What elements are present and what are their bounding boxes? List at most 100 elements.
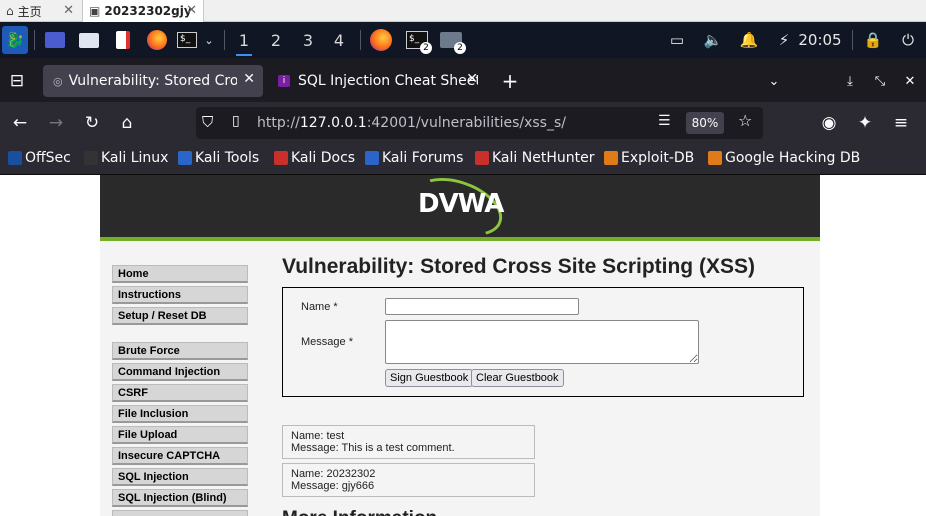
clear-guestbook-button[interactable]: Clear Guestbook — [471, 369, 564, 387]
folder-icon[interactable] — [76, 26, 102, 54]
message-textarea[interactable] — [385, 320, 699, 364]
entry-name: Name: test — [291, 430, 345, 442]
sign-guestbook-button[interactable]: Sign Guestbook — [385, 369, 474, 387]
dvwa-menu: Home Instructions Setup / Reset DB Brute… — [112, 265, 248, 516]
bookmark-kali-docs[interactable]: Kali Docs — [274, 150, 355, 166]
kali-menu-icon[interactable]: 🐉 — [2, 26, 28, 54]
clock[interactable]: 20:05 — [798, 26, 842, 54]
lock-icon[interactable]: 🔒 — [862, 26, 884, 54]
firefox-icon[interactable] — [144, 26, 170, 54]
tab-label: Vulnerability: Stored Cros — [68, 73, 237, 89]
tab-list-icon[interactable]: ⊟ — [6, 70, 28, 92]
back-icon[interactable]: ← — [9, 112, 31, 134]
menu-item-file-upload[interactable]: File Upload — [112, 426, 248, 444]
power-manager-icon[interactable]: ⚡ — [773, 26, 795, 54]
zoom-level[interactable]: 80% — [686, 112, 724, 134]
menu-item-instructions[interactable]: Instructions — [112, 286, 248, 304]
dvwa-favicon-icon: ◎ — [53, 74, 63, 88]
outer-tab-home[interactable]: ⌂ 主页 ✕ — [0, 0, 80, 22]
firefox-window-icon[interactable] — [367, 26, 395, 54]
more-information-heading: More Information — [282, 508, 437, 516]
display-icon[interactable]: ▭ — [666, 26, 688, 54]
close-icon[interactable]: ✕ — [63, 3, 74, 18]
url-text[interactable]: http://127.0.0.1:42001/vulnerabilities/x… — [257, 115, 566, 131]
shield-icon[interactable]: ⛉ — [202, 113, 213, 131]
files-window-icon[interactable]: 2 — [436, 26, 466, 54]
kali-docs-icon — [274, 151, 288, 165]
reader-view-icon[interactable]: ☰ — [658, 113, 671, 129]
workspace-4[interactable]: 4 — [327, 26, 351, 54]
name-input[interactable] — [385, 298, 579, 315]
ghdb-icon — [708, 151, 722, 165]
workspace-1[interactable]: 1 — [232, 26, 256, 56]
bookmark-kali-linux[interactable]: Kali Linux — [84, 150, 168, 166]
bookmark-google-hacking-db[interactable]: Google Hacking DB — [708, 150, 860, 166]
entry-message: Message: This is a test comment. — [291, 442, 455, 454]
close-icon[interactable]: ✕ — [466, 71, 478, 87]
page-icon[interactable]: ▯ — [232, 113, 240, 129]
menu-icon[interactable]: ≡ — [890, 112, 912, 134]
page-title: Vulnerability: Stored Cross Site Scripti… — [282, 255, 755, 278]
terminal-icon[interactable]: $_ — [176, 26, 198, 54]
bookmark-kali-tools[interactable]: Kali Tools — [178, 150, 259, 166]
kali-icon — [84, 151, 98, 165]
terminal-window-icon[interactable]: $_ 2 — [402, 26, 432, 54]
menu-item-brute-force[interactable]: Brute Force — [112, 342, 248, 360]
bookmark-offsec[interactable]: OffSec — [8, 150, 71, 166]
tab-sqli-cheatsheet[interactable]: i SQL Injection Cheat Sheet ✕ — [268, 65, 486, 97]
tab-stored-xss[interactable]: ◎ Vulnerability: Stored Cros ✕ — [43, 65, 263, 97]
bookmark-exploit-db[interactable]: Exploit-DB — [604, 150, 694, 166]
outer-tab-strip: ⌂ 主页 ✕ ▣ 20232302gjy ✕ — [0, 0, 926, 22]
page-viewport: DVWA Home Instructions Setup / Reset DB … — [0, 175, 926, 516]
name-label: Name * — [301, 301, 338, 313]
firefox-tab-strip: ⊟ ◎ Vulnerability: Stored Cros ✕ i SQL I… — [0, 58, 926, 102]
menu-item-command-injection[interactable]: Command Injection — [112, 363, 248, 381]
new-tab-icon[interactable]: + — [499, 69, 521, 93]
exploit-db-icon — [604, 151, 618, 165]
menu-item-setup[interactable]: Setup / Reset DB — [112, 307, 248, 325]
tab-label: SQL Injection Cheat Sheet — [298, 73, 478, 89]
menu-item-home[interactable]: Home — [112, 265, 248, 283]
home-icon[interactable]: ⌂ — [116, 112, 138, 134]
account-icon[interactable]: ◉ — [818, 112, 840, 134]
vm-icon: ▣ — [89, 4, 101, 18]
close-icon[interactable]: ✕ — [186, 3, 197, 18]
forward-icon[interactable]: → — [45, 112, 67, 134]
chevron-down-icon[interactable]: ⌄ — [763, 70, 785, 92]
kali-forums-icon — [365, 151, 379, 165]
dvwa-header: DVWA — [100, 175, 820, 248]
text-editor-icon[interactable] — [110, 26, 136, 54]
entry-name: Name: 20232302 — [291, 468, 376, 480]
guestbook-form: Name * Message * Sign Guestbook Clear Gu… — [282, 287, 804, 397]
restore-icon[interactable]: ⤡ — [869, 70, 891, 92]
address-bar[interactable]: ⛉ ▯ http://127.0.0.1:42001/vulnerabiliti… — [196, 107, 763, 139]
menu-item-sql-injection[interactable]: SQL Injection — [112, 468, 248, 486]
close-window-icon[interactable]: ✕ — [899, 70, 921, 92]
menu-item-sql-injection-blind[interactable]: SQL Injection (Blind) — [112, 489, 248, 507]
extensions-icon[interactable]: ✦ — [854, 112, 876, 134]
home-icon: ⌂ — [6, 4, 14, 18]
bookmark-kali-nethunter[interactable]: Kali NetHunter — [475, 150, 594, 166]
chevron-down-icon[interactable]: ⌄ — [200, 26, 218, 54]
window-count-badge: 2 — [454, 42, 466, 54]
workspace-2[interactable]: 2 — [264, 26, 288, 54]
close-icon[interactable]: ✕ — [243, 71, 255, 87]
outer-tab-vm[interactable]: ▣ 20232302gjy ✕ — [82, 0, 204, 22]
guestbook-entry: Name: test Message: This is a test comme… — [282, 425, 535, 459]
logout-icon[interactable]: ⏻ — [896, 26, 920, 54]
menu-item-file-inclusion[interactable]: File Inclusion — [112, 405, 248, 423]
menu-item-csrf[interactable]: CSRF — [112, 384, 248, 402]
menu-item-insecure-captcha[interactable]: Insecure CAPTCHA — [112, 447, 248, 465]
reload-icon[interactable]: ↻ — [81, 112, 103, 134]
dvwa-main: Vulnerability: Stored Cross Site Scripti… — [282, 255, 812, 516]
notification-bell-icon[interactable]: 🔔 — [738, 26, 760, 54]
volume-icon[interactable]: 🔈 — [702, 26, 724, 54]
bookmarks-toolbar: OffSec Kali Linux Kali Tools Kali Docs K… — [0, 144, 926, 175]
minimize-icon[interactable]: ⤓ — [839, 70, 861, 92]
bookmark-star-icon[interactable]: ☆ — [738, 111, 752, 130]
taskbar: 🐉 $_ ⌄ 1 2 3 4 $_ 2 2 ▭ 🔈 🔔 ⚡ 20:05 🔒 ⏻ — [0, 22, 926, 58]
menu-item-next[interactable] — [112, 510, 248, 516]
workspace-3[interactable]: 3 — [296, 26, 320, 54]
bookmark-kali-forums[interactable]: Kali Forums — [365, 150, 463, 166]
desktop-icon[interactable] — [42, 26, 68, 54]
